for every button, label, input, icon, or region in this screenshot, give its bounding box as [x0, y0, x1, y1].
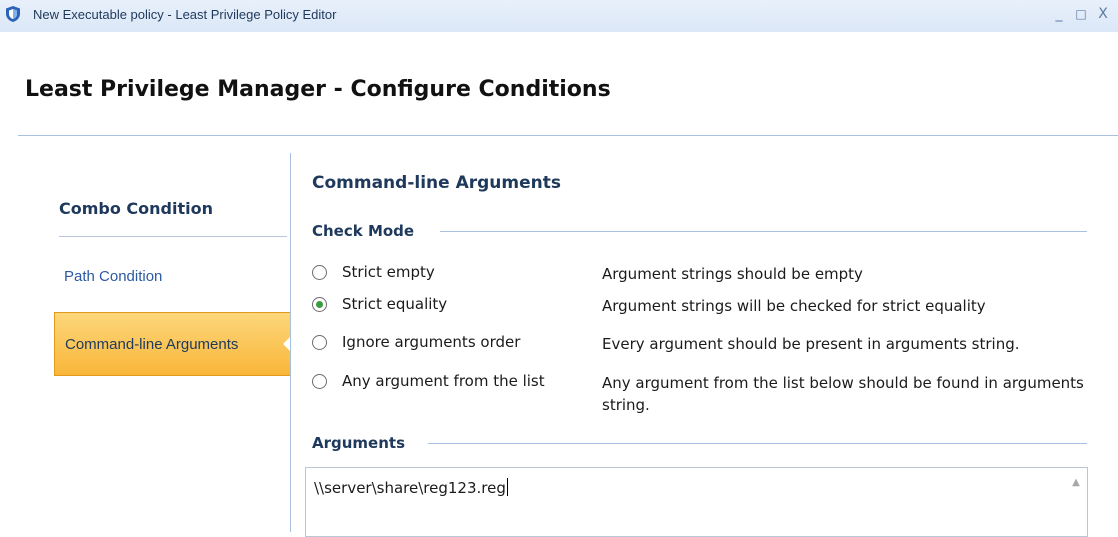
- check-mode-label: Check Mode: [312, 222, 415, 240]
- sidebar-item-combo-condition[interactable]: Combo Condition: [59, 199, 213, 218]
- radio-label[interactable]: Ignore arguments order: [342, 333, 520, 351]
- header-divider: [18, 135, 1118, 136]
- sidebar-vertical-divider: [290, 153, 291, 532]
- maximize-button[interactable]: □: [1070, 4, 1092, 24]
- radio-description: Every argument should be present in argu…: [602, 335, 1020, 353]
- arguments-textarea[interactable]: \\server\share\reg123.reg ▲: [305, 467, 1088, 537]
- radio-strict-empty[interactable]: [312, 265, 327, 280]
- radio-row-strict-empty[interactable]: Strict empty Argument strings should be …: [312, 261, 1102, 285]
- shield-icon: [6, 6, 20, 22]
- check-mode-rule: [440, 231, 1087, 232]
- sidebar-item-path-condition[interactable]: Path Condition: [64, 268, 162, 285]
- radio-description: Any argument from the list below should …: [602, 374, 1084, 414]
- chevron-up-icon[interactable]: ▲: [1069, 476, 1083, 490]
- radio-label[interactable]: Strict empty: [342, 263, 435, 281]
- close-button[interactable]: X: [1092, 4, 1114, 24]
- sidebar-item-command-line-arguments[interactable]: Command-line Arguments: [54, 312, 291, 376]
- arguments-value: \\server\share\reg123.reg: [314, 479, 506, 497]
- arguments-text[interactable]: \\server\share\reg123.reg: [314, 478, 508, 497]
- window-titlebar: New Executable policy - Least Privilege …: [0, 0, 1118, 32]
- radio-row-any-argument[interactable]: Any argument from the list Any argument …: [312, 370, 1102, 414]
- window-title: New Executable policy - Least Privilege …: [33, 7, 337, 22]
- radio-description: Argument strings will be checked for str…: [602, 297, 986, 315]
- radio-label[interactable]: Any argument from the list: [342, 372, 545, 390]
- radio-row-strict-equality[interactable]: Strict equality Argument strings will be…: [312, 293, 1102, 317]
- radio-any-argument[interactable]: [312, 374, 327, 389]
- page-title: Least Privilege Manager - Configure Cond…: [25, 77, 611, 102]
- radio-strict-equality[interactable]: [312, 297, 327, 312]
- radio-ignore-arguments-order[interactable]: [312, 335, 327, 350]
- arguments-label: Arguments: [312, 434, 406, 452]
- sidebar-divider: [59, 236, 287, 237]
- radio-row-ignore-order[interactable]: Ignore arguments order Every argument sh…: [312, 331, 1102, 355]
- arguments-rule: [428, 443, 1087, 444]
- radio-label[interactable]: Strict equality: [342, 295, 447, 313]
- text-caret: [506, 478, 508, 496]
- radio-description: Argument strings should be empty: [602, 265, 863, 283]
- sidebar-item-label: Command-line Arguments: [65, 336, 239, 353]
- section-title: Command-line Arguments: [312, 173, 561, 193]
- minimize-button[interactable]: _: [1048, 4, 1070, 24]
